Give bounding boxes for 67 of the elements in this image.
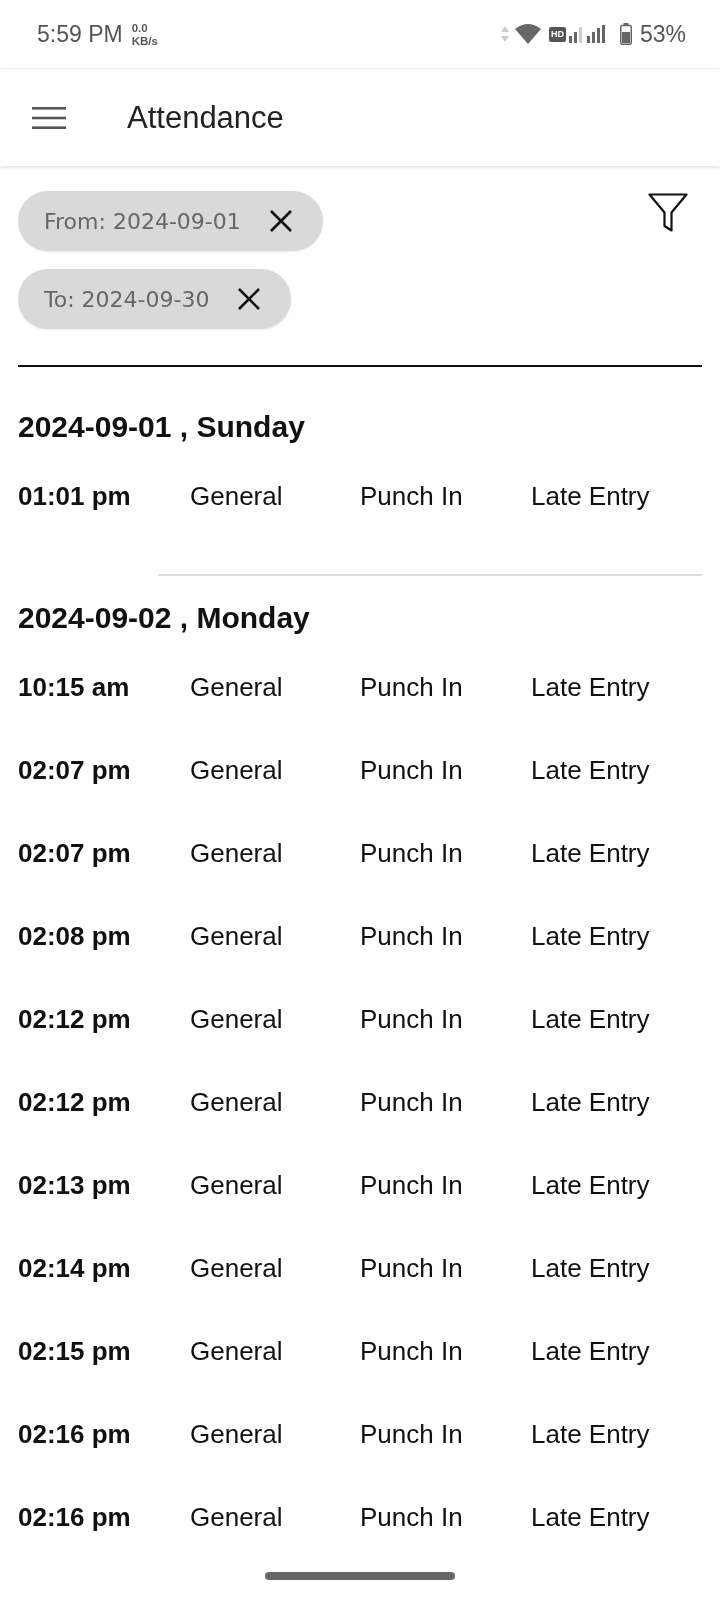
date-heading: 2024-09-01 , Sunday — [17, 409, 306, 445]
punch-type: Punch In — [360, 1087, 463, 1118]
shift-name: General — [190, 1170, 283, 1201]
data-arrows-icon — [500, 26, 509, 42]
menu-icon[interactable] — [32, 106, 66, 129]
punch-type: Punch In — [360, 1419, 463, 1450]
network-speed-value: 0.0 — [131, 22, 148, 35]
shift-name: General — [190, 1253, 283, 1284]
entry-status: Late Entry — [531, 755, 650, 786]
entry-status: Late Entry — [531, 1502, 650, 1533]
punch-type: Punch In — [360, 1170, 463, 1201]
punch-type: Punch In — [360, 481, 463, 512]
shift-name: General — [190, 1004, 283, 1035]
close-icon[interactable] — [268, 209, 293, 233]
punch-type: Punch In — [360, 1336, 463, 1367]
entry-status: Late Entry — [531, 1004, 650, 1035]
shift-name: General — [190, 1336, 283, 1367]
punch-type: Punch In — [360, 1502, 463, 1533]
signal-icon — [586, 25, 606, 43]
entry-status: Late Entry — [531, 1336, 650, 1367]
entry-status: Late Entry — [531, 481, 650, 512]
entry-time: 02:12 pm — [18, 1087, 131, 1118]
entry-time: 02:16 pm — [18, 1419, 131, 1450]
entry-status: Late Entry — [531, 1170, 650, 1201]
entry-time: 10:15 am — [18, 672, 130, 703]
punch-type: Punch In — [360, 755, 463, 786]
punch-type: Punch In — [360, 672, 463, 703]
battery-percent: 53% — [639, 20, 686, 48]
filter-chip[interactable]: From: 2024-09-01 — [18, 191, 323, 251]
close-icon[interactable] — [237, 287, 262, 311]
shift-name: General — [190, 1087, 283, 1118]
network-badge: HD — [548, 26, 566, 42]
page-title: Attendance — [127, 99, 284, 136]
entry-time: 02:07 pm — [18, 838, 131, 869]
punch-type: Punch In — [360, 921, 463, 952]
entry-time: 02:13 pm — [18, 1170, 131, 1201]
entry-status: Late Entry — [531, 1419, 650, 1450]
shift-name: General — [190, 838, 283, 869]
signal-icon — [568, 25, 583, 43]
entry-time: 02:12 pm — [18, 1004, 131, 1035]
punch-type: Punch In — [360, 1253, 463, 1284]
entry-time: 02:16 pm — [18, 1502, 131, 1533]
entry-status: Late Entry — [531, 1253, 650, 1284]
battery-icon — [619, 23, 632, 45]
date-heading: 2024-09-02 , Monday — [17, 600, 311, 636]
shift-name: General — [190, 672, 283, 703]
entry-time: 02:08 pm — [18, 921, 131, 952]
shift-name: General — [190, 1419, 283, 1450]
status-time: 5:59 PM — [37, 20, 123, 48]
entry-status: Late Entry — [531, 672, 650, 703]
entry-status: Late Entry — [531, 921, 650, 952]
shift-name: General — [190, 1502, 283, 1533]
entry-time: 01:01 pm — [18, 481, 131, 512]
entry-time: 02:14 pm — [18, 1253, 131, 1284]
entry-status: Late Entry — [531, 1087, 650, 1118]
shift-name: General — [190, 921, 283, 952]
entry-status: Late Entry — [531, 838, 650, 869]
shift-name: General — [190, 755, 283, 786]
entry-time: 02:07 pm — [18, 755, 131, 786]
filter-icon[interactable] — [648, 193, 688, 232]
wifi-icon — [514, 24, 541, 44]
shift-name: General — [190, 481, 283, 512]
punch-type: Punch In — [360, 1004, 463, 1035]
network-speed-unit: KB/s — [131, 35, 158, 48]
punch-type: Punch In — [360, 838, 463, 869]
entry-time: 02:15 pm — [18, 1336, 131, 1367]
filter-chip[interactable]: To: 2024-09-30 — [18, 269, 292, 329]
